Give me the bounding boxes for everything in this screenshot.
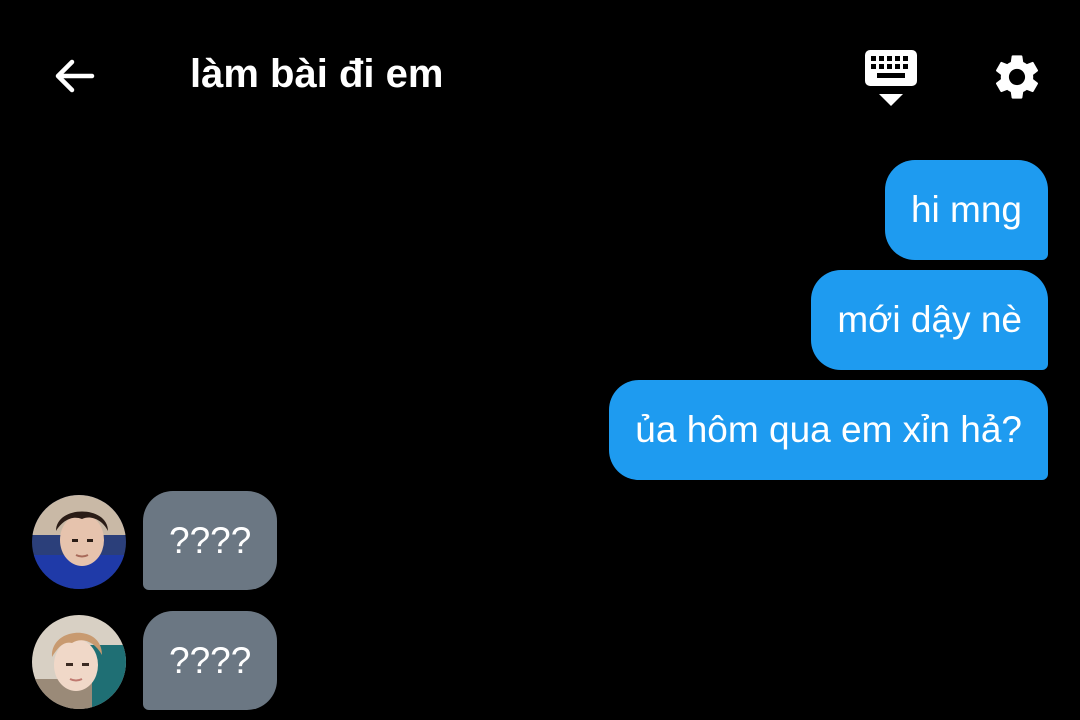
message-bubble-received[interactable]: ???? <box>143 491 278 590</box>
message-bubble-sent[interactable]: mới dậy nè <box>811 270 1048 370</box>
gear-icon <box>995 55 1039 99</box>
chat-title: làm bài đi em <box>190 52 444 96</box>
message-bubble-sent[interactable]: ủa hôm qua em xỉn hả? <box>609 380 1048 480</box>
keyboard-toggle-button[interactable] <box>858 44 924 110</box>
message-text: ủa hôm qua em xỉn hả? <box>635 409 1022 450</box>
message-text: mới dậy nè <box>837 299 1022 340</box>
message-bubble-sent[interactable]: hi mng <box>884 160 1048 260</box>
avatar-photo <box>32 615 126 709</box>
avatar[interactable] <box>32 615 126 709</box>
avatar[interactable] <box>32 495 126 589</box>
back-button[interactable] <box>46 48 102 104</box>
message-text: ???? <box>169 519 252 561</box>
chat-screen: làm bài đi em hi mng mới dậy nè ủa hôm q… <box>0 0 1080 720</box>
message-bubble-received[interactable]: ???? <box>143 611 278 710</box>
chat-header: làm bài đi em <box>0 0 1080 140</box>
settings-button[interactable] <box>986 46 1048 108</box>
message-text: ???? <box>169 639 252 681</box>
avatar-photo <box>32 495 126 589</box>
message-text: hi mng <box>910 189 1022 230</box>
keyboard-hide-icon <box>865 50 917 106</box>
arrow-left-icon <box>55 59 95 93</box>
